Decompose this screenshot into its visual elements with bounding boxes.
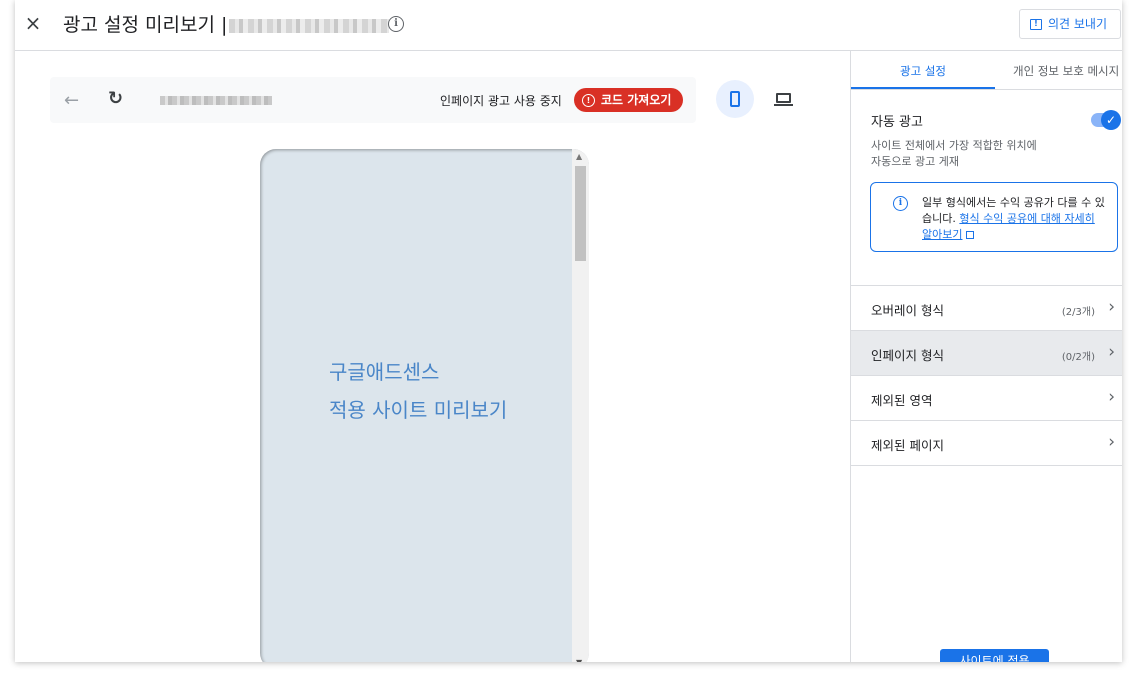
panel-tabs: 광고 설정 개인 정보 보호 메시지 [851,51,1122,90]
close-icon[interactable]: × [23,13,43,33]
check-icon: ✓ [1101,110,1121,130]
auto-ads-toggle[interactable]: ✓ [1091,110,1121,130]
scroll-down-arrow-icon[interactable]: ▼ [576,658,582,662]
info-icon[interactable]: i [388,16,404,32]
notice-text: 일부 형식에서는 수익 공유가 다를 수 있습니다. 형식 수익 공유에 대해 … [922,195,1107,243]
auto-ads-title: 자동 광고 [871,115,923,130]
feedback-button[interactable]: ! 의견 보내기 [1018,9,1121,39]
tab-privacy-messages[interactable]: 개인 정보 보호 메시지 [995,51,1122,89]
mobile-view-button[interactable] [716,80,754,118]
desktop-view-button[interactable] [764,80,802,118]
phone-preview-frame: 구글애드센스 적용 사이트 미리보기 ▲ ▼ [260,149,589,662]
get-code-label: 코드 가져오기 [601,93,672,107]
preview-scrollbar[interactable]: ▲ ▼ [572,149,589,662]
redacted-site-url [229,18,390,33]
back-arrow-icon[interactable]: ← [64,90,79,111]
reload-icon[interactable]: ↻ [108,88,123,109]
disable-inpage-ads-link[interactable]: 인페이지 광고 사용 중지 [440,92,562,109]
revenue-share-notice: i 일부 형식에서는 수익 공유가 다를 수 있습니다. 형식 수익 공유에 대… [870,182,1118,252]
format-list: 오버레이 형식 (2/3개) › 인페이지 형식 (0/2개) › 제외된 영역… [851,285,1122,466]
feedback-icon: ! [1029,18,1042,30]
ad-settings-preview-window: × 광고 설정 미리보기 | i ! 의견 보내기 ← ↻ 인페이지 광고 사용… [15,0,1122,662]
laptop-icon-base [773,103,793,106]
preview-toolbar: ← ↻ 인페이지 광고 사용 중지 ! 코드 가져오기 [50,77,696,123]
chevron-right-icon: › [1108,342,1115,362]
external-link-icon [966,231,975,239]
row-label: 제외된 영역 [871,393,933,408]
auto-ads-description-line1: 사이트 전체에서 가장 적합한 위치에 [871,139,1037,152]
chevron-right-icon: › [1108,387,1115,407]
settings-panel: 광고 설정 개인 정보 보호 메시지 자동 광고 ✓ 사이트 전체에서 가장 적… [850,51,1122,662]
phone-icon [730,91,740,107]
row-label: 오버레이 형식 [871,303,944,318]
preview-text-line2: 적용 사이트 미리보기 [329,398,508,422]
preview-area: ← ↻ 인페이지 광고 사용 중지 ! 코드 가져오기 구글애드센스 적용 사이… [15,51,850,662]
get-code-button[interactable]: ! 코드 가져오기 [574,88,684,112]
chevron-right-icon: › [1108,432,1115,452]
info-icon: i [893,196,908,211]
alert-icon: ! [582,93,595,107]
chevron-right-icon: › [1108,297,1115,317]
feedback-label: 의견 보내기 [1047,17,1107,31]
row-excluded-pages[interactable]: 제외된 페이지 › [851,420,1122,466]
row-overlay-formats[interactable]: 오버레이 형식 (2/3개) › [851,285,1122,330]
apply-to-site-button[interactable]: 사이트에 적용 [940,649,1049,662]
laptop-icon [775,92,791,103]
row-label: 제외된 페이지 [871,438,944,453]
row-count: (0/2개) [1061,352,1095,363]
auto-ads-description-line2: 자동으로 광고 게재 [871,155,959,168]
row-count: (2/3개) [1061,307,1095,318]
page-title-text: 광고 설정 미리보기 | [63,14,228,36]
row-inpage-formats[interactable]: 인페이지 형식 (0/2개) › [851,330,1122,375]
phone-preview-content: 구글애드센스 적용 사이트 미리보기 [260,149,572,662]
row-label: 인페이지 형식 [871,348,944,363]
page-title: 광고 설정 미리보기 | [63,10,390,37]
top-bar: × 광고 설정 미리보기 | i ! 의견 보내기 [15,0,1122,51]
scroll-up-arrow-icon[interactable]: ▲ [576,152,582,161]
preview-text-line1: 구글애드센스 [329,360,440,384]
redacted-preview-url [160,96,272,105]
scroll-thumb[interactable] [575,166,586,261]
row-excluded-areas[interactable]: 제외된 영역 › [851,375,1122,420]
auto-ads-description: 사이트 전체에서 가장 적합한 위치에 자동으로 광고 게재 [871,138,1071,170]
tab-ad-settings[interactable]: 광고 설정 [851,51,995,89]
